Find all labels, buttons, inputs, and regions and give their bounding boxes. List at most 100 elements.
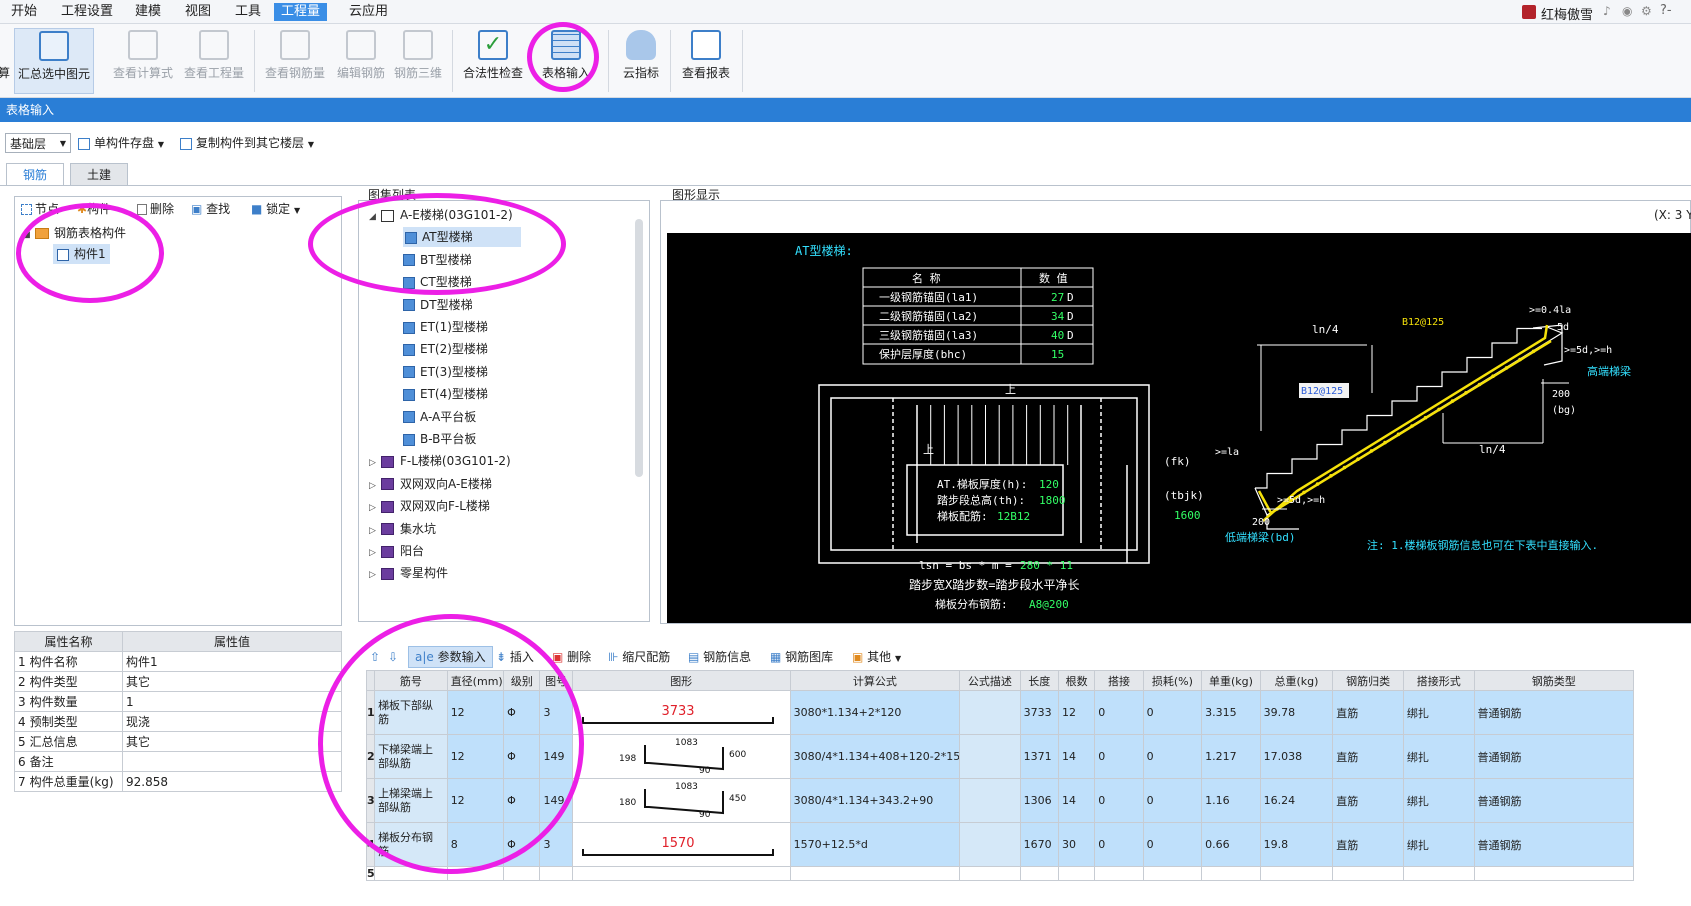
grid-header[interactable]: 单重(kg) (1201, 670, 1261, 691)
copy-to-floor-button[interactable]: 复制构件到其它楼层 ▼ (180, 133, 314, 153)
atlas-group[interactable]: ▷ 双网双向A-E楼梯 (369, 474, 492, 494)
grid-cell-type[interactable]: 普通钢筋 (1473, 822, 1635, 867)
grid-header[interactable]: 图形 (571, 670, 791, 691)
prop-value[interactable]: 92.858 (122, 771, 342, 792)
grid-header[interactable]: 根数 (1057, 670, 1096, 691)
grid-cell-lap[interactable]: 0 (1094, 778, 1144, 823)
grid-cell-count[interactable]: 14 (1057, 778, 1096, 823)
prop-value[interactable]: 1 (122, 691, 342, 712)
grid-cell-cls[interactable]: 直筋 (1332, 822, 1404, 867)
grid-cell-loss[interactable]: 0 (1142, 734, 1203, 779)
rebar-shape-cell[interactable]: 180 1083 450 90 (571, 778, 791, 823)
find-button[interactable]: ▣ 查找 (191, 199, 230, 219)
grid-empty-cell[interactable] (1402, 866, 1475, 881)
grid-header[interactable]: 公式描述 (959, 670, 1021, 691)
prop-value[interactable]: 其它 (122, 671, 342, 692)
grid-cell-lap[interactable]: 0 (1094, 822, 1144, 867)
grid-header[interactable]: 钢筋类型 (1473, 670, 1635, 691)
grid-cell-unit[interactable]: 3.315 (1201, 690, 1261, 735)
single-save-button[interactable]: 单构件存盘 ▼ (78, 133, 164, 153)
menu-modeling[interactable]: 建模 (128, 3, 168, 21)
rebar-library-button[interactable]: ▦ 钢筋图库 (770, 647, 833, 667)
grid-cell-count[interactable]: 30 (1057, 822, 1096, 867)
lock-button[interactable]: ■ 锁定 ▼ (251, 199, 300, 219)
atlas-item[interactable]: A-A平台板 (403, 407, 476, 427)
grid-row[interactable]: 4 梯板分布钢筋 8 Φ 3 1570 1570+12.5*d 1670 30 0 0 0.66 19.… (365, 822, 1635, 867)
grid-header[interactable]: 钢筋归类 (1332, 670, 1404, 691)
rebar-shape-cell[interactable]: 1570 (571, 822, 791, 867)
rebar-info-button[interactable]: ▤ 钢筋信息 (688, 647, 751, 667)
atlas-item[interactable]: ET(2)型楼梯 (403, 339, 488, 359)
grid-empty-cell[interactable] (503, 866, 541, 881)
grid-cell-desc[interactable] (959, 822, 1021, 867)
atlas-item[interactable]: DT型楼梯 (403, 295, 473, 315)
grid-cell-cls[interactable]: 直筋 (1332, 778, 1404, 823)
help-menu[interactable]: ?- (1660, 3, 1672, 18)
grid-cell-type[interactable]: 普通钢筋 (1473, 778, 1635, 823)
rebar-3d-button[interactable]: 钢筋三维 (392, 28, 444, 94)
grid-empty-cell[interactable] (1332, 866, 1404, 881)
grid-cell-count[interactable]: 12 (1057, 690, 1096, 735)
grid-cell-total[interactable]: 19.8 (1259, 822, 1334, 867)
grid-cell-unit[interactable]: 1.16 (1201, 778, 1261, 823)
prop-value[interactable]: 现浇 (122, 711, 342, 732)
grid-cell-lapform[interactable]: 绑扎 (1402, 822, 1475, 867)
grid-cell-lap[interactable]: 0 (1094, 734, 1144, 779)
grid-cell-len[interactable]: 3733 (1019, 690, 1059, 735)
menu-view[interactable]: 视图 (178, 3, 218, 21)
tab-civil[interactable]: 土建 (70, 163, 128, 185)
atlas-item[interactable]: ET(3)型楼梯 (403, 362, 488, 382)
atlas-group[interactable]: ▷ 集水坑 (369, 519, 436, 539)
rebar-shape-cell[interactable]: 198 1083 600 90 (571, 734, 791, 779)
grid-cell-lap[interactable]: 0 (1094, 690, 1144, 735)
other-button[interactable]: ▣ 其他 ▼ (852, 647, 901, 667)
grid-header[interactable]: 损耗(%) (1142, 670, 1203, 691)
grid-row-number[interactable]: 5 (365, 866, 376, 881)
expand-arrow-icon[interactable]: ▷ (369, 565, 381, 585)
view-rebar-button[interactable]: 查看钢筋量 (262, 28, 328, 94)
prop-value[interactable]: 构件1 (122, 651, 342, 672)
expand-arrow-icon[interactable]: ▷ (369, 476, 381, 496)
grid-cell-formula[interactable]: 3080/4*1.134+343.2+90 (789, 778, 961, 823)
grid-cell-type[interactable]: 普通钢筋 (1473, 734, 1635, 779)
grid-cell-loss[interactable]: 0 (1142, 778, 1203, 823)
grid-cell-total[interactable]: 17.038 (1259, 734, 1334, 779)
grid-delete-button[interactable]: ▣ 删除 (552, 647, 591, 667)
grid-cell-lapform[interactable]: 绑扎 (1402, 734, 1475, 779)
atlas-item[interactable]: B-B平台板 (403, 429, 476, 449)
floor-select[interactable]: 基础层 ▼ (5, 133, 71, 153)
expand-arrow-icon[interactable]: ▷ (369, 453, 381, 473)
calc-button[interactable]: 算 (0, 28, 10, 94)
atlas-group[interactable]: ▷ 阳台 (369, 541, 424, 561)
grid-cell-desc[interactable] (959, 734, 1021, 779)
grid-empty-cell[interactable] (539, 866, 573, 881)
grid-empty-cell[interactable] (1057, 866, 1096, 881)
bell-icon[interactable]: ♪ (1603, 4, 1611, 18)
grid-cell-len[interactable]: 1371 (1019, 734, 1059, 779)
atlas-item[interactable]: ET(4)型楼梯 (403, 384, 488, 404)
user-name[interactable]: 红梅傲雪 (1541, 4, 1593, 23)
prop-row[interactable]: 2 构件类型 其它 (14, 671, 342, 692)
grid-cell-loss[interactable]: 0 (1142, 690, 1203, 735)
grid-cell-formula[interactable]: 3080/4*1.134+408+120-2*15 (789, 734, 961, 779)
summarize-selected-button[interactable]: 汇总选中图元 (14, 28, 94, 94)
grid-empty-cell[interactable] (789, 866, 961, 881)
delete-button[interactable]: 删除 (137, 199, 174, 219)
scale-rebar-button[interactable]: ⊪ 缩尺配筋 (608, 647, 670, 667)
grid-header[interactable]: 搭接形式 (1402, 670, 1475, 691)
grid-header[interactable]: 计算公式 (789, 670, 961, 691)
cloud-index-button[interactable]: 云指标 (618, 28, 664, 94)
stair-drawing-canvas[interactable]: AT型楼梯: 名 称 数 值 一级钢筋锚固(la1) 27 D 二级钢筋锚固(la2)… (667, 233, 1691, 623)
grid-cell-lapform[interactable]: 绑扎 (1402, 690, 1475, 735)
grid-cell-loss[interactable]: 0 (1142, 822, 1203, 867)
grid-header[interactable]: 搭接 (1094, 670, 1144, 691)
view-report-button[interactable]: 查看报表 (678, 28, 734, 94)
menu-tools[interactable]: 工具 (228, 3, 268, 21)
grid-cell-formula[interactable]: 1570+12.5*d (789, 822, 961, 867)
grid-cell-total[interactable]: 16.24 (1259, 778, 1334, 823)
grid-empty-cell[interactable] (1019, 866, 1059, 881)
grid-cell-desc[interactable] (959, 778, 1021, 823)
grid-empty-cell[interactable] (1259, 866, 1334, 881)
view-formula-button[interactable]: 查看计算式 (110, 28, 176, 94)
prop-row[interactable]: 5 汇总信息 其它 (14, 731, 342, 752)
